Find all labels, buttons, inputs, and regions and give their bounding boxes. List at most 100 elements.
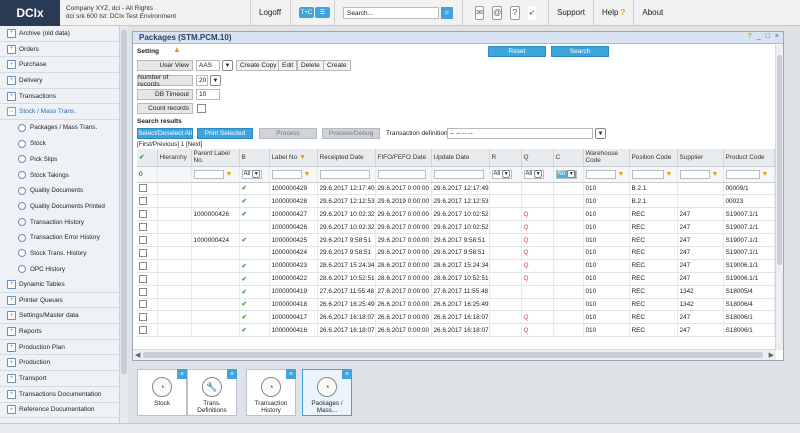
b-filter-select[interactable]: All ▼ xyxy=(241,169,263,179)
close-icon[interactable]: × xyxy=(342,369,352,379)
table-row[interactable]: 1000000424 29.6.2017 9:58:51 29.6.2017 0:0… xyxy=(137,246,775,260)
support-link[interactable]: Support xyxy=(548,0,593,26)
about-link[interactable]: About xyxy=(633,0,671,26)
table-row[interactable]: ✔ 1000000423 28.6.2017 15:24:34 28.6.2017 0… xyxy=(137,259,775,273)
chevron-down-icon[interactable]: ▼ xyxy=(595,128,606,139)
check-icon[interactable]: ✔ xyxy=(139,154,144,161)
table-row[interactable]: ✔ 1000000428 29.6.2017 12:12:53 29.6.2019 0… xyxy=(137,194,775,209)
row-select-cell[interactable] xyxy=(137,233,158,247)
sidebar-item-reference-documentation[interactable]: + Reference Documentation xyxy=(0,403,127,419)
sidebar-subitem-transaction-error-history[interactable]: Transaction Error History xyxy=(0,230,127,246)
favorite-packages-mass[interactable]: × ◔ Packages / Mass... xyxy=(302,369,352,416)
favorite-stock[interactable]: × ◔ Stock xyxy=(137,369,187,416)
sidebar-item-purchase[interactable]: + Purchase xyxy=(0,57,127,74)
sidebar-subitem-packages-mass-trans[interactable]: Packages / Mass Trans. xyxy=(0,120,127,136)
logoff-button[interactable]: Logoff xyxy=(250,0,290,26)
filter-icon[interactable]: ▼ xyxy=(712,171,719,178)
row-select-cell[interactable] xyxy=(137,298,158,312)
row-checkbox[interactable] xyxy=(139,326,147,335)
r-filter-select[interactable]: All ▼ xyxy=(491,169,513,179)
row-checkbox[interactable] xyxy=(139,248,147,257)
print-selected-button[interactable]: Print Selected xyxy=(197,128,253,139)
row-select-cell[interactable] xyxy=(137,323,158,338)
sidebar-subitem-pick-slips[interactable]: Pick Slips xyxy=(0,152,127,168)
column-header-supplier[interactable]: Supplier xyxy=(677,149,724,167)
column-header-receipted-date[interactable]: Receipted Date xyxy=(317,149,376,167)
q-filter-select[interactable]: All ▼ xyxy=(523,169,545,179)
close-icon[interactable]: × xyxy=(775,33,779,40)
search-button[interactable]: Search xyxy=(551,46,609,57)
sidebar-item-archive-old-data[interactable]: + Archive (old data) xyxy=(0,26,127,42)
table-row[interactable]: ✔ 1000000422 28.6.2017 10:52:51 28.6.2017 0… xyxy=(137,272,775,286)
row-select-cell[interactable] xyxy=(137,246,158,260)
row-checkbox[interactable] xyxy=(139,274,147,283)
toggle-left-button[interactable]: T+C xyxy=(299,7,314,18)
sidebar-subitem-quality-documents-printed[interactable]: Quality Documents Printed xyxy=(0,199,127,215)
row-checkbox[interactable] xyxy=(139,287,147,296)
row-select-cell[interactable] xyxy=(137,272,158,286)
sidebar-item-stock-mass-trans[interactable]: − Stock / Mass Trans. xyxy=(0,104,127,121)
search-icon[interactable]: ⌕ xyxy=(441,6,453,19)
list-toggle-button[interactable]: ☰ xyxy=(315,7,330,18)
scroll-left-icon[interactable]: ◀ xyxy=(135,351,140,359)
column-header-label-no[interactable]: Label No ▼ xyxy=(269,149,318,167)
process-debug-button[interactable]: Process/Debug xyxy=(322,128,380,139)
sidebar-subitem-stock[interactable]: Stock xyxy=(0,136,127,152)
select-all-header[interactable]: ✔ xyxy=(137,149,158,167)
supplier-filter-input[interactable] xyxy=(679,169,710,179)
table-row[interactable]: 1000000424 ✔ 1000000425 29.6.2017 9:58:51 29… xyxy=(137,233,775,247)
update-filter-input[interactable] xyxy=(433,169,484,179)
table-row[interactable]: ✔ 1000000429 29.6.2017 12:17:40 29.6.2017 0… xyxy=(137,182,775,196)
sidebar-item-dynamic-tables[interactable]: + Dynamic Tables xyxy=(0,277,127,293)
column-header-c[interactable]: C xyxy=(553,149,584,167)
column-header-q[interactable]: Q xyxy=(521,149,554,167)
grid-horizontal-scrollbar[interactable]: ◀ ▶ xyxy=(133,349,776,360)
edit-button[interactable]: Edit xyxy=(278,60,298,71)
close-icon[interactable]: × xyxy=(177,369,187,379)
column-header-r[interactable]: R xyxy=(489,149,522,167)
sidebar-subitem-transaction-history[interactable]: Transaction History xyxy=(0,214,127,230)
process-button[interactable]: Process xyxy=(259,128,317,139)
at-icon[interactable]: @ xyxy=(492,5,503,20)
sidebar-subitem-stock-takings[interactable]: Stock Takings xyxy=(0,167,127,183)
table-row[interactable]: 1000000426 29.6.2017 10:02:32 29.6.2017 0:… xyxy=(137,220,775,235)
row-checkbox[interactable] xyxy=(139,223,147,232)
column-header-hierarchy[interactable]: Hierarchy xyxy=(157,149,192,167)
sidebar-item-settings-master-data[interactable]: + Settings/Master data xyxy=(0,308,127,325)
delete-button[interactable]: Delete xyxy=(297,60,324,71)
minimize-icon[interactable]: _ xyxy=(757,33,761,40)
sidebar-item-transactions[interactable]: + Transactions xyxy=(0,89,127,105)
sidebar-subitem-opc-history[interactable]: OPC History xyxy=(0,261,127,277)
column-header-parent-label-no[interactable]: Parent Label No. xyxy=(191,149,240,167)
row-select-cell[interactable] xyxy=(137,207,158,222)
column-header-update-date[interactable]: Update Date xyxy=(431,149,490,167)
close-icon[interactable]: × xyxy=(286,369,296,379)
row-checkbox[interactable] xyxy=(139,313,147,322)
db-timeout-input[interactable]: 10 xyxy=(196,89,220,100)
row-select-cell[interactable] xyxy=(137,259,158,273)
sidebar-scrollbar[interactable] xyxy=(119,26,128,423)
page-horizontal-scrollbar[interactable] xyxy=(0,423,800,433)
sidebar-item-production[interactable]: + Production xyxy=(0,355,127,372)
row-checkbox[interactable] xyxy=(139,210,147,219)
position-filter-input[interactable] xyxy=(631,169,664,179)
chevron-down-icon[interactable]: ▼ xyxy=(222,60,233,71)
filter-icon[interactable]: ▼ xyxy=(304,171,311,178)
column-header-warehouse-code[interactable]: Warehouse Code xyxy=(583,149,630,167)
table-row[interactable]: ✔ 1000000418 26.6.2017 16:25:49 26.6.2017 0… xyxy=(137,298,775,312)
user-view-select[interactable]: AAS xyxy=(196,60,220,71)
row-select-cell[interactable] xyxy=(137,220,158,235)
close-icon[interactable]: × xyxy=(227,369,237,379)
table-row[interactable]: ✔ 1000000417 26.6.2017 16:18:07 26.6.2017 0… xyxy=(137,310,775,325)
label-filter-input[interactable] xyxy=(271,169,302,179)
product-filter-input[interactable] xyxy=(725,169,760,179)
count-records-checkbox[interactable] xyxy=(197,104,206,113)
mail-icon[interactable]: ✉ xyxy=(475,5,485,20)
filter-icon[interactable]: ▼ xyxy=(226,171,233,178)
sidebar-subitem-stock-trans-history[interactable]: Stock Trans. History xyxy=(0,246,127,262)
table-row[interactable]: ✔ 1000000416 26.6.2017 16:18:07 26.6.2017 0… xyxy=(137,323,775,338)
filter-icon[interactable]: ▼ xyxy=(618,171,625,178)
row-select-cell[interactable] xyxy=(137,194,158,209)
number-of-records-input[interactable]: 20 xyxy=(196,75,208,86)
chevron-down-icon[interactable]: ▼ xyxy=(210,75,221,86)
